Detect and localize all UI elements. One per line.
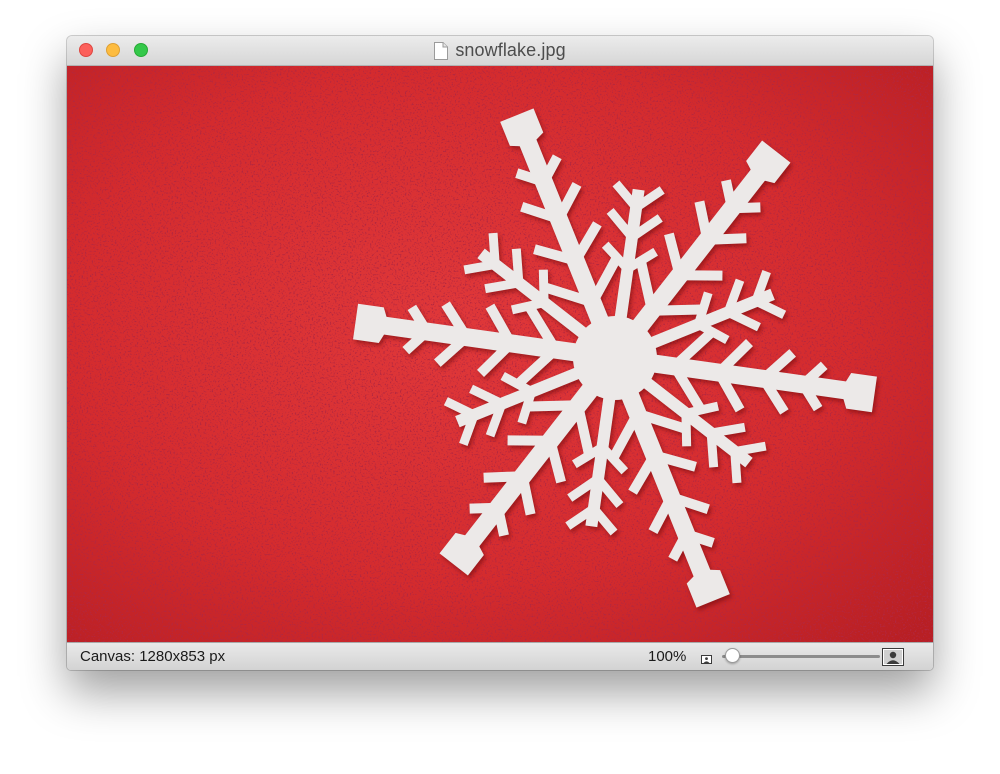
zoom-in-image-icon[interactable]: [882, 648, 904, 666]
zoom-slider-track[interactable]: [722, 655, 880, 658]
canvas-size-label: Canvas: 1280x853 px: [80, 648, 226, 665]
preview-window: snowflake.jpg Canvas: 1280x853 px 100%: [67, 36, 933, 670]
title-bar[interactable]: snowflake.jpg: [67, 36, 933, 66]
zoom-out-image-icon[interactable]: [701, 651, 712, 664]
zoom-slider-knob[interactable]: [725, 648, 740, 663]
status-bar: Canvas: 1280x853 px 100%: [67, 642, 933, 670]
document-icon[interactable]: [434, 41, 449, 60]
window-title-group: snowflake.jpg: [67, 36, 933, 65]
zoom-slider[interactable]: [722, 647, 880, 665]
zoom-level-label: 100%: [648, 648, 687, 665]
image-canvas[interactable]: [67, 66, 933, 642]
window-title: snowflake.jpg: [455, 40, 566, 60]
